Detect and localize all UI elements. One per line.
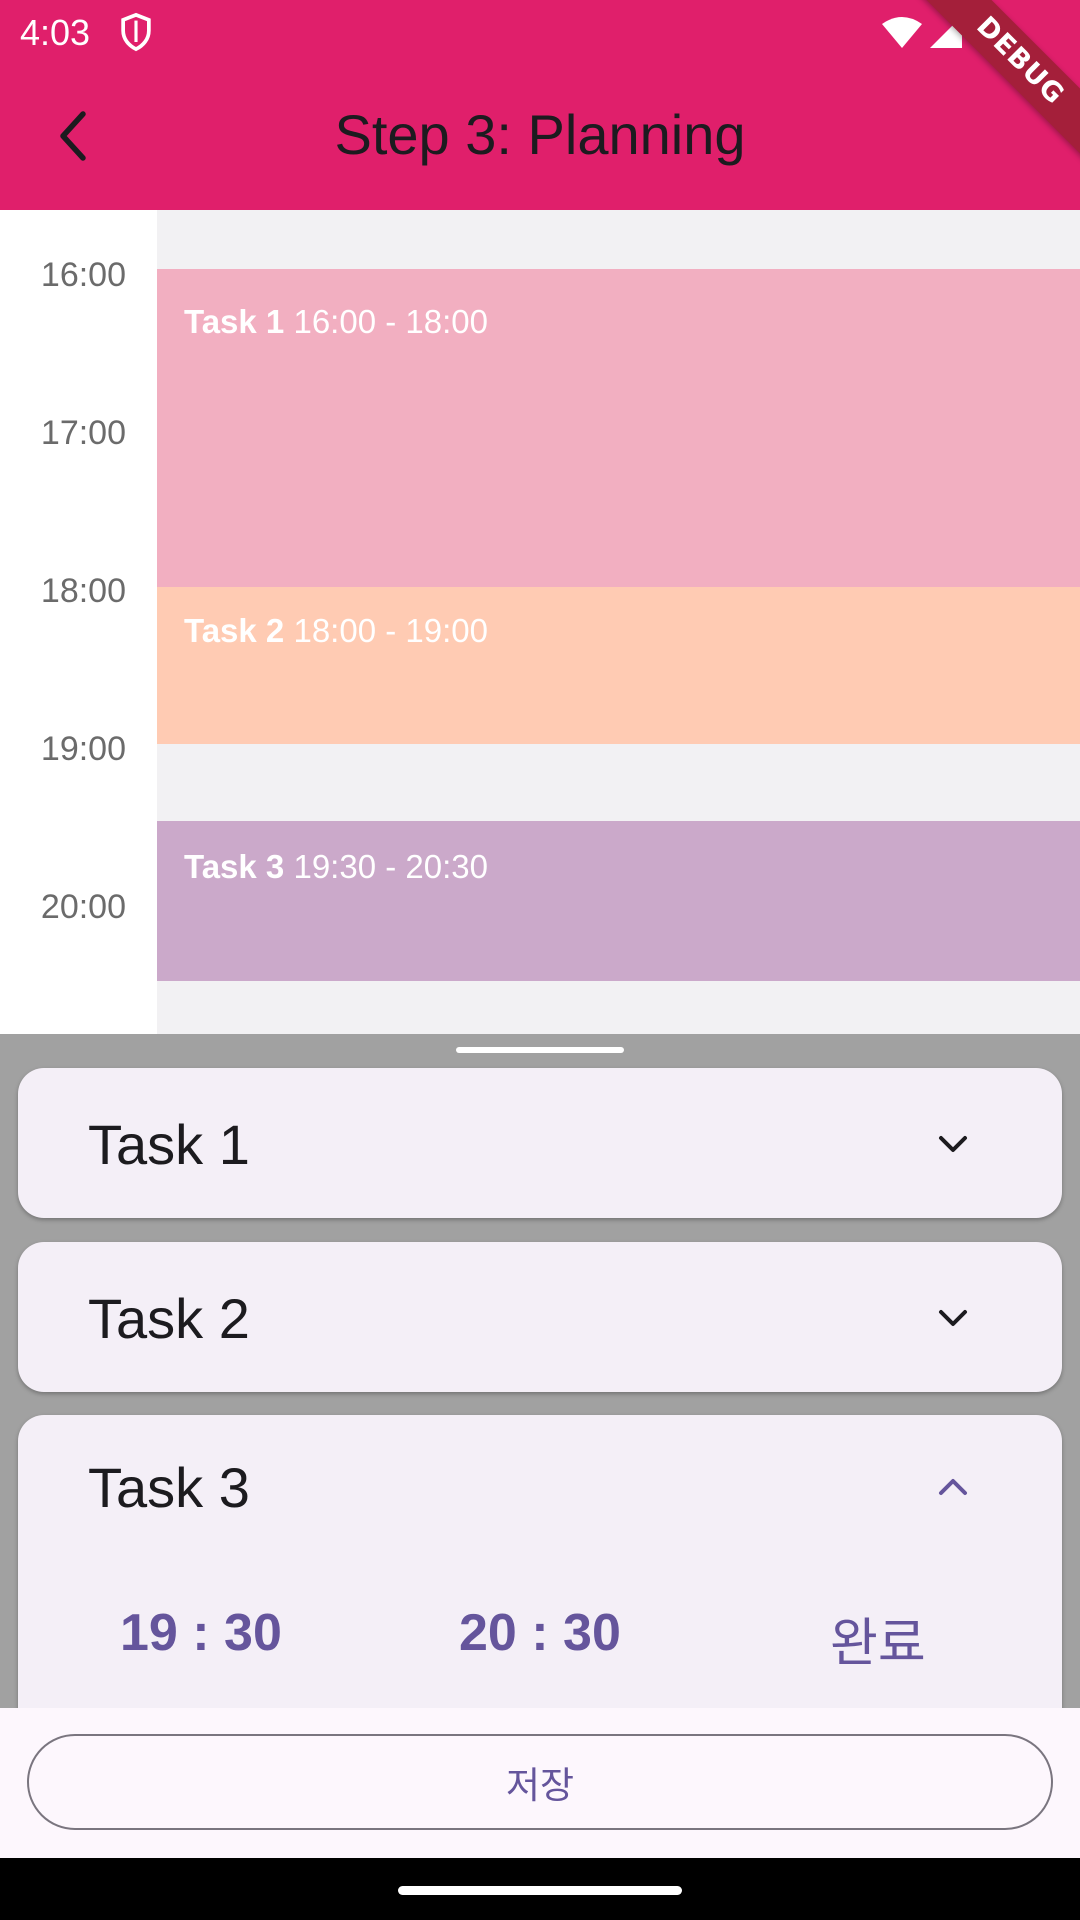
chevron-down-icon[interactable] xyxy=(933,1124,973,1164)
hour-label: 17:00 xyxy=(40,414,126,452)
drag-handle[interactable] xyxy=(456,1047,624,1053)
task-card[interactable]: Task 1 xyxy=(18,1068,1062,1218)
wifi-icon xyxy=(882,17,922,48)
hour-label: 16:00 xyxy=(40,256,126,294)
hour-label: 19:00 xyxy=(40,730,126,768)
event-name: Task 1 xyxy=(184,303,285,340)
hour-label: 18:00 xyxy=(40,572,126,610)
event-time: 16:00 - 18:00 xyxy=(293,303,488,340)
event-block[interactable]: Task 2 18:00 - 19:00 xyxy=(157,587,1080,744)
start-time-picker[interactable]: 19 : 30 xyxy=(120,1603,282,1663)
task-title: Task 3 xyxy=(88,1456,250,1519)
schedule-view: 16:00 17:00 18:00 19:00 20:00 Task 1 16:… xyxy=(0,210,1080,1034)
app-bar: 4:03 DEBUG Step 3: Planning xyxy=(0,0,1080,210)
status-time: 4:03 xyxy=(20,12,91,53)
event-time: 19:30 - 20:30 xyxy=(293,848,488,885)
task-card-expanded[interactable]: Task 3 19 : 30 20 : 30 완료 xyxy=(18,1415,1062,1708)
bottom-sheet: Task 1 Task 2 Task 3 19 : 30 20 : 30 완료 xyxy=(0,1034,1080,1708)
done-button[interactable]: 완료 xyxy=(830,1601,926,1676)
event-time: 18:00 - 19:00 xyxy=(293,612,488,649)
event-block[interactable]: Task 3 19:30 - 20:30 xyxy=(157,821,1080,981)
task-title: Task 2 xyxy=(88,1287,250,1350)
event-block[interactable]: Task 1 16:00 - 18:00 xyxy=(157,269,1080,587)
save-button[interactable]: 저장 xyxy=(27,1734,1053,1830)
end-time-picker[interactable]: 20 : 30 xyxy=(459,1603,621,1663)
footer: 저장 xyxy=(0,1708,1080,1858)
task-card[interactable]: Task 2 xyxy=(18,1242,1062,1392)
home-indicator[interactable] xyxy=(398,1886,682,1895)
page-title: Step 3: Planning xyxy=(334,103,746,166)
task-title: Task 1 xyxy=(88,1113,250,1176)
shield-icon xyxy=(121,12,151,52)
chevron-down-icon[interactable] xyxy=(933,1298,973,1338)
hour-label: 20:00 xyxy=(40,888,126,926)
chevron-up-icon[interactable] xyxy=(933,1467,973,1507)
event-name: Task 2 xyxy=(184,612,285,649)
event-name: Task 3 xyxy=(184,848,285,885)
